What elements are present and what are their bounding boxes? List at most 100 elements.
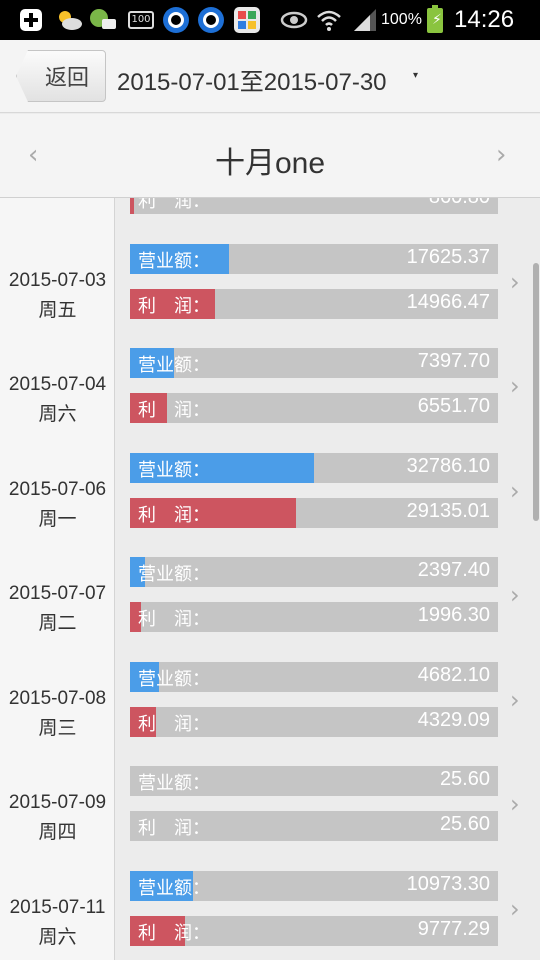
profit-bar-value: 860.80 bbox=[429, 198, 490, 209]
revenue-bar-value: 25.60 bbox=[439, 768, 490, 790]
row-weekday: 周三 bbox=[38, 717, 77, 739]
row-weekday: 周二 bbox=[38, 613, 77, 634]
weather-icon bbox=[55, 8, 83, 32]
status-time: 14:26 bbox=[454, 6, 515, 33]
battery-icon: ⚡ bbox=[427, 5, 443, 33]
battery-percent: 100% bbox=[381, 11, 422, 28]
profit-bar-label: 利 润： bbox=[138, 609, 210, 630]
profit-bar: 利 润： 6551.70 bbox=[130, 393, 498, 423]
row-date-text: 2015-07-04 bbox=[8, 374, 107, 395]
profit-bar: 利 润： 1996.30 bbox=[130, 602, 498, 632]
list-item[interactable]: 2015-07-07 周二 营业额： 2397.40 利 润： 1996.30 › bbox=[0, 557, 540, 661]
row-weekday: 周六 bbox=[38, 404, 77, 425]
list-item[interactable]: 营业额：利 润：860.80 bbox=[0, 198, 540, 243]
row-date: 2015-07-06 周一 bbox=[0, 475, 115, 535]
revenue-bar-value: 17625.37 bbox=[406, 245, 490, 268]
revenue-bar-value: 4682.10 bbox=[417, 663, 490, 686]
list-item[interactable]: 2015-07-08 周三 营业额： 4682.10 利 润： 4329.09 › bbox=[0, 661, 540, 766]
qq-icon bbox=[163, 7, 189, 33]
row-date: 2015-07-07 周二 bbox=[0, 579, 115, 639]
back-button-label: 返回 bbox=[44, 65, 89, 90]
row-weekday: 周五 bbox=[38, 299, 77, 321]
row-date-text: 2015-07-07 bbox=[8, 583, 107, 604]
qq-icon bbox=[198, 7, 224, 33]
eye-icon bbox=[280, 8, 308, 32]
chevron-right-icon[interactable]: › bbox=[510, 372, 520, 400]
row-date-text: 2015-07-08 bbox=[8, 687, 107, 709]
revenue-bar: 营业额： 2397.40 bbox=[130, 557, 498, 587]
list-item[interactable]: 2015-07-06 周一 营业额： 32786.10 利 润： 29135.01 › bbox=[0, 452, 540, 557]
profit-bar: 利 润： 860.80 bbox=[130, 198, 498, 214]
row-date: 2015-07-11 周六 bbox=[0, 893, 115, 953]
row-weekday: 周六 bbox=[38, 926, 77, 948]
daily-list[interactable]: 营业额：利 润：860.802015-07-03周五营业额：17625.37利 … bbox=[0, 198, 540, 960]
month-title: 十月one bbox=[214, 147, 326, 180]
row-date-text: 2015-07-03 bbox=[8, 269, 107, 291]
scrollbar[interactable] bbox=[533, 263, 539, 521]
profit-bar: 利 润： 4329.09 bbox=[130, 706, 498, 737]
row-date: 2015-07-03 周五 bbox=[0, 266, 115, 326]
wifi-icon bbox=[316, 8, 342, 32]
profit-bar-label: 利 润： bbox=[138, 400, 210, 421]
profit-bar: 利 润： 29135.01 bbox=[130, 497, 498, 528]
dropdown-arrow-icon[interactable]: ▾ bbox=[413, 70, 418, 81]
title-bar: 返回 2015-07-01至2015-07-30 ▾ bbox=[0, 40, 540, 113]
profit-bar-label: 利 润： bbox=[138, 922, 210, 944]
profit-bar: 利 润： 25.60 bbox=[130, 811, 498, 841]
list-item[interactable]: 2015-07-03 周五 营业额： 17625.37 利 润： 14966.47 › bbox=[0, 243, 540, 348]
row-weekday: 周四 bbox=[38, 822, 77, 843]
profit-bar-label: 利 润： bbox=[138, 818, 210, 839]
list-item[interactable]: 2015-07-04 周六 营业额： 7397.70 利 润： 6551.70 › bbox=[0, 348, 540, 452]
list-item[interactable]: 2015-07-11 周六 营业额： 10973.30 利 润： 9777.29 › bbox=[0, 870, 540, 960]
chevron-right-icon[interactable]: › bbox=[510, 686, 520, 714]
profit-bar-value: 1996.30 bbox=[417, 604, 490, 626]
add-notification-icon bbox=[18, 8, 44, 32]
chevron-right-icon[interactable]: › bbox=[510, 581, 520, 609]
profit-bar-label: 利 润： bbox=[138, 713, 210, 735]
profit-bar-value: 14966.47 bbox=[406, 290, 490, 313]
row-weekday: 周一 bbox=[38, 508, 77, 530]
app-store-icon bbox=[233, 7, 261, 33]
revenue-bar-label: 营业额： bbox=[138, 564, 210, 585]
revenue-bar-label: 营业额： bbox=[138, 355, 210, 376]
revenue-bar: 营业额： 7397.70 bbox=[130, 348, 498, 378]
signal-icon bbox=[352, 8, 378, 32]
revenue-bar-value: 10973.30 bbox=[406, 872, 490, 895]
revenue-bar: 营业额： 10973.30 bbox=[130, 870, 498, 901]
profit-bar-value: 25.60 bbox=[439, 813, 490, 835]
chevron-right-icon[interactable]: › bbox=[510, 477, 520, 505]
row-date-text: 2015-07-09 bbox=[8, 792, 107, 813]
back-button[interactable]: 返回 bbox=[16, 50, 106, 102]
chevron-right-icon[interactable]: › bbox=[510, 895, 520, 923]
profit-bar-value: 29135.01 bbox=[406, 499, 490, 522]
revenue-bar-value: 2397.40 bbox=[417, 559, 490, 581]
box-icon: 100 bbox=[128, 11, 154, 29]
row-date: 2015-07-08 周三 bbox=[0, 684, 115, 744]
profit-bar-fill bbox=[130, 198, 134, 214]
row-date: 2015-07-09 周四 bbox=[0, 788, 115, 848]
revenue-bar: 营业额： 32786.10 bbox=[130, 452, 498, 483]
revenue-bar-label: 营业额： bbox=[138, 668, 210, 690]
profit-bar-label: 利 润： bbox=[138, 198, 210, 212]
chevron-right-icon[interactable]: › bbox=[510, 790, 520, 818]
revenue-bar: 营业额： 17625.37 bbox=[130, 243, 498, 274]
revenue-bar-label: 营业额： bbox=[138, 459, 210, 481]
date-range-selector[interactable]: 2015-07-01至2015-07-30 bbox=[117, 62, 387, 97]
profit-bar: 利 润： 14966.47 bbox=[130, 288, 498, 319]
revenue-bar: 营业额： 25.60 bbox=[130, 766, 498, 796]
month-navigator: ‹ 十月one › bbox=[0, 114, 540, 198]
status-bar: 100 100% ⚡ 14:26 bbox=[0, 0, 540, 40]
revenue-bar: 营业额： 4682.10 bbox=[130, 661, 498, 692]
profit-bar-value: 6551.70 bbox=[417, 395, 490, 417]
list-item[interactable]: 2015-07-09 周四 营业额： 25.60 利 润： 25.60 › bbox=[0, 766, 540, 870]
chevron-right-icon[interactable]: › bbox=[510, 268, 520, 296]
row-date-text: 2015-07-06 bbox=[8, 478, 107, 500]
chevron-right-icon[interactable]: › bbox=[496, 140, 506, 170]
revenue-bar-value: 7397.70 bbox=[417, 350, 490, 372]
row-date-text: 2015-07-11 bbox=[9, 896, 106, 918]
date-range-label: 2015-07-01至2015-07-30 bbox=[117, 69, 387, 96]
messenger-icon bbox=[88, 8, 118, 32]
row-date: 2015-07-04 周六 bbox=[0, 370, 115, 430]
revenue-bar-label: 营业额： bbox=[138, 773, 210, 794]
profit-bar-label: 利 润： bbox=[138, 504, 210, 526]
